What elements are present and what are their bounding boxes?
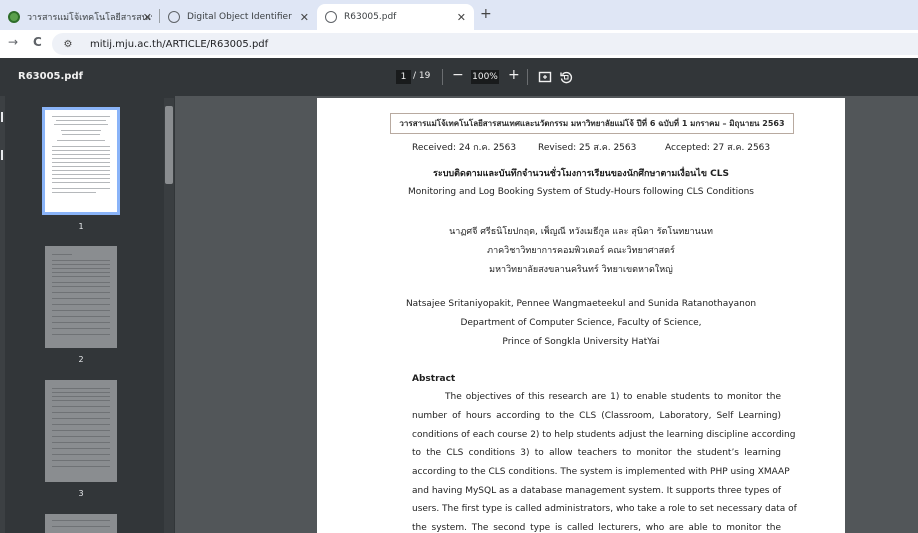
university-thai: มหาวิทยาลัยสงขลานครินทร์ วิทยาเขตหาดใหญ่	[489, 265, 673, 275]
received-date: Received: 24 ก.ค. 2563	[412, 143, 517, 153]
tab-title: วารสารแม่โจ้เทคโนโลยีสารสนเทศ MJ	[27, 13, 152, 23]
page-thumbnail[interactable]	[45, 380, 117, 482]
abstract-line: according to the CLS conditions. The sys…	[412, 467, 790, 477]
address-bar[interactable]: ⚙ mitij.mju.ac.th/ARTICLE/R63005.pdf	[52, 33, 918, 55]
journal-header: วารสารแม่โจ้เทคโนโลยีสารสนเทศและนวัตกรรม…	[390, 113, 794, 134]
close-tab-icon[interactable]: ✕	[300, 11, 309, 24]
title-thai: ระบบติดตามและบันทึกจำนวนชั่วโมงการเรียนข…	[433, 169, 729, 179]
zoom-out-button[interactable]: −	[452, 67, 464, 83]
sidebar-marker	[1, 112, 3, 122]
sidebar-scrollbar-thumb[interactable]	[165, 106, 173, 184]
fit-to-page-icon[interactable]	[538, 69, 552, 83]
pdf-page: วารสารแม่โจ้เทคโนโลยีสารสนเทศและนวัตกรรม…	[317, 98, 845, 533]
close-tab-icon[interactable]: ✕	[457, 11, 466, 24]
reload-button[interactable]: C	[33, 35, 42, 49]
page-number-input[interactable]: 1	[396, 70, 411, 84]
pdf-toolbar: R63005.pdf 1 / 19 − 100% +	[0, 58, 918, 96]
abstract-line: users. The first type is called administ…	[412, 504, 797, 514]
journal-site-icon	[8, 11, 20, 23]
url-text: mitij.mju.ac.th/ARTICLE/R63005.pdf	[90, 38, 269, 50]
toolbar-divider	[527, 69, 528, 85]
abstract-line: and having MySQL as a database managemen…	[412, 486, 781, 496]
site-info-icon[interactable]: ⚙	[60, 39, 76, 50]
page-thumbnail[interactable]	[45, 246, 117, 348]
page-thumbnail[interactable]	[42, 107, 120, 215]
department-english: Department of Computer Science, Faculty …	[460, 318, 702, 328]
abstract-line: number of hours according to the CLS (Cl…	[412, 411, 781, 421]
accepted-date: Accepted: 27 ส.ค. 2563	[665, 143, 771, 153]
document-area: วารสารแม่โจ้เทคโนโลยีสารสนเทศและนวัตกรรม…	[175, 96, 918, 533]
revised-date: Revised: 25 ส.ค. 2563	[538, 143, 637, 153]
thumbnail-label: 2	[78, 355, 84, 364]
title-english: Monitoring and Log Booking System of Stu…	[408, 187, 754, 197]
abstract-line: The objectives of this research are 1) t…	[445, 392, 781, 402]
university-english: Prince of Songkla University HatYai	[502, 337, 660, 347]
authors-english: Natsajee Sritaniyopakit, Pennee Wangmaet…	[405, 299, 757, 309]
tab-journal[interactable]: วารสารแม่โจ้เทคโนโลยีสารสนเทศ MJ ✕	[0, 4, 160, 30]
department-thai: ภาควิชาวิทยาการคอมพิวเตอร์ คณะวิทยาศาสตร…	[487, 246, 675, 256]
tab-title: R63005.pdf	[344, 12, 397, 22]
globe-icon	[168, 11, 180, 23]
abstract-line: the system. The second type is called le…	[412, 523, 781, 533]
abstract-line: conditions of each course 2) to help stu…	[412, 430, 796, 440]
zoom-in-button[interactable]: +	[508, 67, 520, 83]
authors-thai: นาฏศจี ศรีธนิโยปกฤต, เพ็ญณี หวังเมธีกูล …	[449, 227, 713, 237]
tab-doi[interactable]: Digital Object Identifier ✕	[160, 4, 317, 30]
globe-icon	[325, 11, 337, 23]
tab-strip: วารสารแม่โจ้เทคโนโลยีสารสนเทศ MJ ✕ Digit…	[0, 0, 918, 30]
toolbar-divider	[442, 69, 443, 85]
zoom-input[interactable]: 100%	[471, 70, 499, 84]
sidebar-marker	[1, 150, 3, 160]
browser-toolbar: → C ⚙ mitij.mju.ac.th/ARTICLE/R63005.pdf	[0, 30, 918, 58]
tab-pdf[interactable]: R63005.pdf ✕	[317, 4, 474, 30]
new-tab-button[interactable]: +	[480, 6, 492, 22]
abstract-line: to the CLS conditions 3) to allow teache…	[412, 448, 781, 458]
abstract-heading: Abstract	[412, 374, 456, 384]
tab-title: Digital Object Identifier	[187, 12, 292, 22]
pdf-filename: R63005.pdf	[18, 71, 83, 82]
thumbnail-label: 1	[78, 222, 84, 231]
thumbnail-label: 3	[78, 489, 84, 498]
page-total: / 19	[413, 71, 431, 81]
forward-button[interactable]: →	[8, 35, 18, 49]
sidebar-edge	[0, 96, 5, 533]
close-tab-icon[interactable]: ✕	[143, 11, 152, 24]
rotate-icon[interactable]	[559, 69, 573, 84]
page-thumbnail[interactable]	[45, 514, 117, 533]
